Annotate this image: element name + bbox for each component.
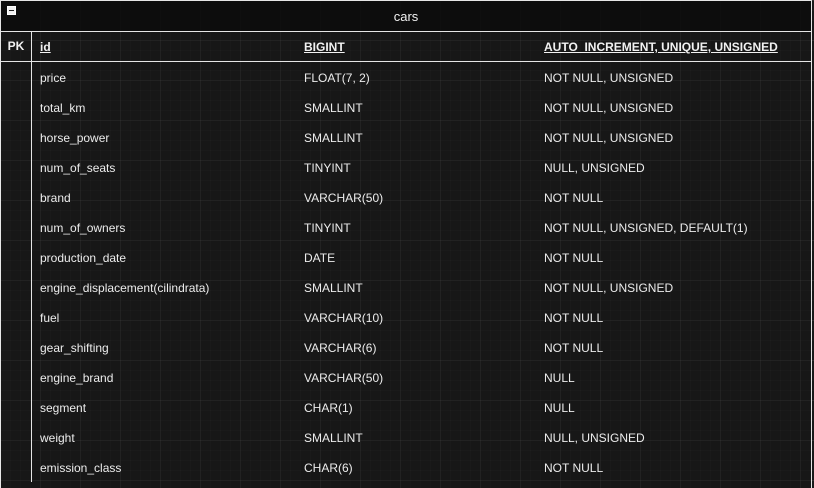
column-type: SMALLINT	[304, 281, 363, 295]
table-row[interactable]: engine_brand VARCHAR(50) NULL	[1, 362, 811, 392]
column-constraints: NOT NULL, UNSIGNED	[544, 131, 674, 145]
table-row[interactable]: num_of_owners TINYINT NOT NULL, UNSIGNED, …	[1, 212, 811, 242]
column-name: total_km	[40, 101, 86, 115]
column-name: engine_displacement(cilindrata)	[40, 281, 210, 295]
column-constraints: NOT NULL, UNSIGNED, DEFAULT(1)	[544, 221, 748, 235]
column-constraints: NOT NULL	[544, 191, 604, 205]
pk-label: PK	[1, 31, 32, 61]
column-type: TINYINT	[304, 221, 351, 235]
table-cars[interactable]: cars PK id BIGINT AUTO_INCREMENT, UNIQUE…	[0, 0, 812, 488]
column-type: SMALLINT	[304, 131, 363, 145]
column-constraints: NOT NULL	[544, 311, 604, 325]
table-title: cars	[393, 9, 419, 24]
column-type: DATE	[304, 251, 336, 265]
table-row[interactable]: emission_class CHAR(6) NOT NULL	[1, 452, 811, 482]
table-row[interactable]: production_date DATE NOT NULL	[1, 242, 811, 272]
column-constraints: NOT NULL	[544, 461, 604, 475]
column-name: num_of_seats	[40, 161, 116, 175]
pk-column-constraints: AUTO_INCREMENT, UNIQUE, UNSIGNED	[544, 40, 778, 54]
column-type: CHAR(6)	[304, 461, 353, 475]
column-name: horse_power	[40, 131, 110, 145]
table-row[interactable]: weight SMALLINT NULL, UNSIGNED	[1, 422, 811, 452]
column-type: SMALLINT	[304, 431, 363, 445]
primary-key-row[interactable]: PK id BIGINT AUTO_INCREMENT, UNIQUE, UNS…	[1, 31, 811, 62]
column-constraints: NULL	[544, 371, 575, 385]
column-name: emission_class	[40, 461, 122, 475]
column-constraints: NULL	[544, 401, 575, 415]
table-row[interactable]: brand VARCHAR(50) NOT NULL	[1, 182, 811, 212]
column-constraints: NOT NULL, UNSIGNED	[544, 71, 674, 85]
column-name: production_date	[40, 251, 127, 265]
table-row[interactable]: gear_shifting VARCHAR(6) NOT NULL	[1, 332, 811, 362]
column-name: segment	[40, 401, 87, 415]
pk-column-type: BIGINT	[304, 40, 345, 54]
column-name: gear_shifting	[40, 341, 109, 355]
table-row[interactable]: segment CHAR(1) NULL	[1, 392, 811, 422]
table-row[interactable]: price FLOAT(7, 2) NOT NULL, UNSIGNED	[1, 62, 811, 92]
column-type: VARCHAR(50)	[304, 191, 384, 205]
table-row[interactable]: num_of_seats TINYINT NULL, UNSIGNED	[1, 152, 811, 182]
column-name: price	[40, 71, 67, 85]
column-type: CHAR(1)	[304, 401, 353, 415]
column-type: TINYINT	[304, 161, 351, 175]
column-type: VARCHAR(6)	[304, 341, 377, 355]
table-row[interactable]: total_km SMALLINT NOT NULL, UNSIGNED	[1, 92, 811, 122]
column-type: VARCHAR(50)	[304, 371, 384, 385]
column-type: SMALLINT	[304, 101, 363, 115]
column-name: fuel	[40, 311, 60, 325]
column-constraints: NULL, UNSIGNED	[544, 161, 645, 175]
column-type: VARCHAR(10)	[304, 311, 384, 325]
table-row[interactable]: fuel VARCHAR(10) NOT NULL	[1, 302, 811, 332]
column-name: weight	[40, 431, 75, 445]
column-constraints: NOT NULL, UNSIGNED	[544, 281, 674, 295]
column-name: brand	[40, 191, 71, 205]
column-name: num_of_owners	[40, 221, 126, 235]
table-title-bar[interactable]: cars	[1, 1, 811, 32]
column-type: FLOAT(7, 2)	[304, 71, 370, 85]
column-constraints: NOT NULL	[544, 341, 604, 355]
table-row[interactable]: horse_power SMALLINT NOT NULL, UNSIGNED	[1, 122, 811, 152]
column-constraints: NOT NULL, UNSIGNED	[544, 101, 674, 115]
column-constraints: NOT NULL	[544, 251, 604, 265]
column-constraints: NULL, UNSIGNED	[544, 431, 645, 445]
column-name: engine_brand	[40, 371, 114, 385]
table-row[interactable]: engine_displacement(cilindrata) SMALLINT N…	[1, 272, 811, 302]
pk-column-name: id	[40, 40, 51, 54]
